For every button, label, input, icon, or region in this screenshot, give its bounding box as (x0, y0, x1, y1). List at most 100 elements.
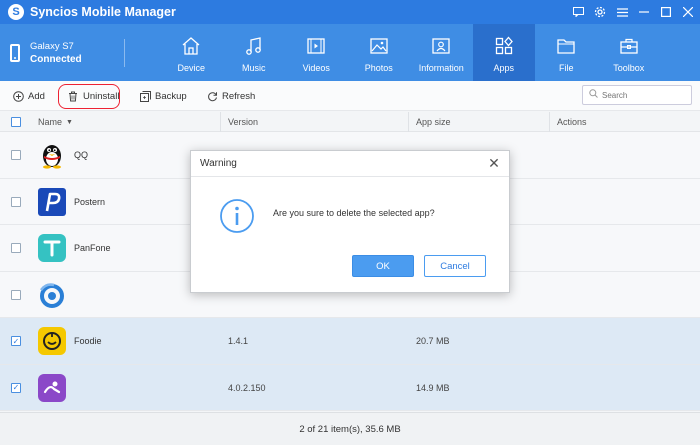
dialog-message: Are you sure to delete the selected app? (273, 208, 435, 218)
uninstall-highlight-ring (58, 84, 120, 109)
name-header-label: Name (38, 117, 63, 127)
app-size: 20.7 MB (416, 336, 450, 346)
tab-photos[interactable]: Photos (348, 24, 411, 81)
size-header-label: App size (416, 117, 451, 127)
close-window-icon[interactable] (682, 6, 694, 18)
device-name: Galaxy S7 (30, 41, 74, 52)
table-row[interactable]: ✓ 4.0.2.150 14.9 MB (0, 364, 700, 411)
column-divider (408, 112, 409, 132)
tab-music-label: Music (241, 63, 266, 73)
home-icon (182, 37, 200, 55)
music-icon (245, 37, 261, 55)
add-button[interactable]: Add (12, 81, 45, 111)
sort-down-icon: ▼ (66, 118, 73, 126)
backup-button[interactable]: Backup (139, 81, 187, 111)
maximize-icon[interactable] (660, 6, 672, 18)
blurred-app-icon (38, 281, 66, 309)
warning-dialog: Warning ✕ Are you sure to delete the sel… (190, 150, 510, 293)
tab-photos-label: Photos (364, 63, 393, 73)
foodie-app-icon (38, 327, 66, 355)
title-bar: S Syncios Mobile Manager (0, 0, 700, 24)
app-name: Foodie (74, 336, 102, 346)
refresh-button[interactable]: Refresh (206, 81, 255, 111)
backup-button-label: Backup (155, 90, 187, 102)
feedback-icon[interactable] (572, 6, 584, 18)
app-logo-letter: S (12, 6, 20, 18)
photo-icon (370, 38, 388, 54)
table-header: Name ▼ Version App size Actions (0, 112, 700, 132)
ok-button[interactable]: OK (352, 255, 414, 277)
column-divider (549, 112, 550, 132)
row-checkbox[interactable] (11, 289, 21, 300)
tab-device-label: Device (177, 63, 205, 73)
tab-videos[interactable]: Videos (285, 24, 348, 81)
minimize-icon[interactable] (638, 6, 650, 18)
tab-toolbox-label: Toolbox (613, 63, 645, 73)
size-column-header[interactable]: App size (416, 112, 451, 132)
dialog-title-bar: Warning (191, 151, 509, 177)
select-all-checkbox[interactable] (11, 112, 21, 132)
row-checkbox[interactable] (11, 243, 21, 253)
select-all-checkbox-box (11, 117, 21, 127)
version-column-header[interactable]: Version (228, 112, 258, 132)
video-icon (307, 38, 325, 54)
toolbox-icon (620, 38, 638, 54)
row-checkbox[interactable]: ✓ (11, 382, 21, 393)
nav-divider (124, 39, 125, 67)
version-header-label: Version (228, 117, 259, 127)
selection-summary: 2 of 21 item(s), 35.6 MB (299, 423, 401, 435)
app-size: 14.9 MB (416, 382, 450, 393)
app-version: 1.4.1 (228, 336, 249, 346)
tab-music[interactable]: Music (223, 24, 286, 81)
app-version: 4.0.2.150 (228, 382, 266, 393)
tab-apps-label: Apps (493, 63, 514, 73)
settings-gear-icon[interactable] (594, 6, 606, 18)
tab-file[interactable]: File (535, 24, 598, 81)
tab-apps[interactable]: Apps (472, 24, 535, 81)
tab-toolbox[interactable]: Toolbox (598, 24, 661, 81)
tab-information[interactable]: Information (410, 24, 473, 81)
search-icon (589, 89, 598, 101)
window-controls (572, 0, 694, 24)
backup-icon (139, 90, 151, 102)
device-info[interactable]: Galaxy S7 Connected (10, 40, 82, 66)
actions-header-label: Actions (557, 117, 587, 127)
search-input[interactable] (602, 90, 687, 100)
cancel-button[interactable]: Cancel (424, 255, 486, 277)
plus-circle-icon (12, 90, 24, 102)
column-divider (220, 112, 221, 132)
device-status: Connected (30, 54, 82, 65)
refresh-icon (206, 90, 218, 102)
nav-tabs: Device Music Videos Photos Information A… (160, 24, 660, 81)
row-checkbox[interactable]: ✓ (11, 336, 21, 346)
tab-device[interactable]: Device (160, 24, 223, 81)
info-icon (219, 198, 255, 234)
actions-column-header: Actions (557, 112, 587, 132)
phone-icon (10, 44, 20, 62)
postern-app-icon (38, 187, 66, 216)
tab-file-label: File (558, 63, 574, 73)
app-name: PanFone (74, 243, 111, 253)
search-box[interactable] (582, 85, 692, 105)
panfone-app-icon (38, 234, 66, 262)
dialog-title: Warning (200, 158, 237, 169)
refresh-button-label: Refresh (222, 90, 256, 102)
app-logo: S (8, 4, 24, 20)
tab-videos-label: Videos (302, 63, 330, 73)
dialog-close-icon[interactable]: ✕ (487, 155, 501, 171)
tab-information-label: Information (418, 63, 464, 73)
qq-penguin-icon (38, 141, 66, 169)
add-button-label: Add (28, 90, 45, 102)
folder-icon (557, 39, 575, 54)
contact-card-icon (432, 38, 450, 54)
app-title: Syncios Mobile Manager (30, 5, 176, 19)
app-name: QQ (74, 150, 89, 160)
row-checkbox[interactable] (11, 196, 21, 207)
name-column-header[interactable]: Name ▼ (38, 112, 73, 132)
purple-app-icon (38, 373, 66, 402)
menu-icon[interactable] (616, 6, 628, 18)
table-row[interactable]: ✓ Foodie 1.4.1 20.7 MB (0, 318, 700, 365)
main-nav-bar: Galaxy S7 Connected Device Music Videos … (0, 24, 700, 81)
row-checkbox[interactable] (11, 150, 21, 160)
status-bar: 2 of 21 item(s), 35.6 MB (0, 412, 700, 445)
